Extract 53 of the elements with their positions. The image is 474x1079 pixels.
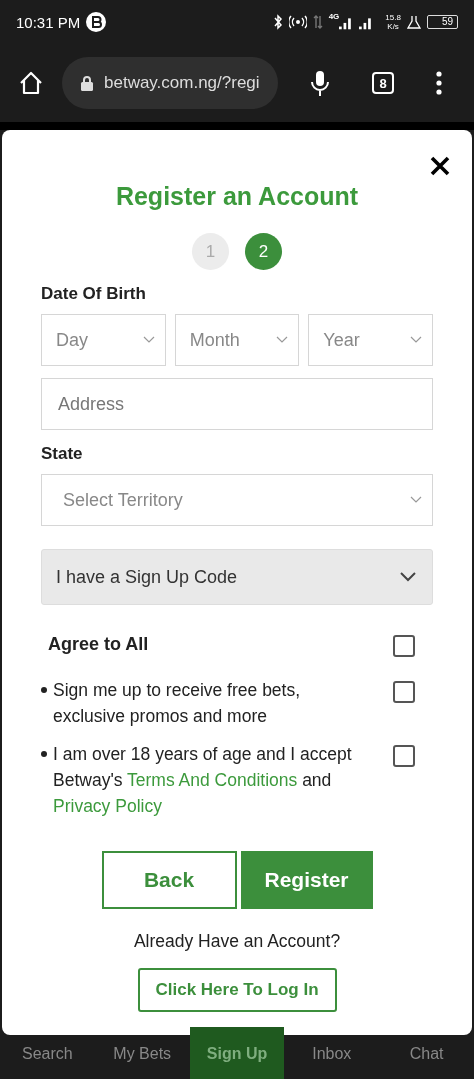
checkbox-label: Agree to All (48, 633, 150, 655)
address-bar[interactable]: betway.com.ng/?regi (62, 57, 278, 109)
microphone-icon[interactable] (310, 69, 330, 97)
speed-value: 15.8 (385, 13, 401, 22)
checkbox[interactable] (393, 745, 415, 767)
checkbox[interactable] (393, 635, 415, 657)
consent-text: I am over 18 years of age and I accept Betway's Terms And Conditions and Privacy Policy (53, 743, 353, 818)
notification-icon (86, 12, 107, 32)
signup-code-toggle[interactable]: I have a Sign Up Code (41, 549, 433, 605)
chevron-down-icon (410, 496, 422, 504)
status-time: 10:31 PM (16, 13, 81, 31)
more-menu-icon[interactable] (436, 71, 442, 95)
battery-level: 59 (426, 15, 458, 29)
speed-unit: K/s (387, 22, 399, 31)
flask-icon (406, 15, 421, 29)
register-button[interactable]: Register (240, 851, 373, 909)
dropdown-field[interactable]: Month (174, 314, 300, 366)
chevron-down-icon (410, 336, 422, 344)
dialog-title: Register an Account (114, 182, 360, 211)
address-field[interactable]: Address (41, 378, 433, 430)
close-icon[interactable] (430, 156, 450, 176)
dropdown-field[interactable]: Select Territory (41, 474, 433, 526)
dropdown-field[interactable]: Day (41, 314, 166, 366)
chevron-down-icon (142, 336, 155, 344)
nav-tab[interactable]: Sign Up (189, 1027, 285, 1079)
checkbox[interactable] (393, 681, 415, 703)
field-label: Date Of Birth (41, 284, 147, 304)
nav-tab[interactable]: Inbox (284, 1027, 380, 1079)
terms-link[interactable]: Terms And Conditions (127, 770, 298, 790)
chevron-down-icon (276, 336, 289, 344)
nav-tab[interactable]: My Bets (94, 1027, 190, 1079)
login-button[interactable]: Click Here To Log In (137, 968, 337, 1012)
data-arrows-icon (312, 14, 323, 30)
step-indicator: 2 (245, 233, 282, 270)
bluetooth-icon (272, 14, 283, 30)
nav-tab[interactable]: Search (0, 1027, 95, 1079)
hotspot-icon (288, 15, 307, 29)
step-indicator: 1 (192, 233, 229, 270)
consent-text: Sign me up to receive free bets, exclusive promos and more (53, 679, 302, 728)
bullet-icon (41, 751, 47, 757)
home-icon[interactable] (18, 70, 44, 96)
login-prompt: Already Have an Account? (132, 931, 342, 952)
dropdown-field[interactable]: Year (308, 314, 433, 366)
chevron-down-icon (400, 572, 416, 582)
nav-tab[interactable]: Chat (379, 1027, 474, 1079)
bullet-icon (41, 687, 47, 693)
field-label: State (41, 444, 84, 464)
privacy-link[interactable]: Privacy Policy (53, 796, 162, 816)
back-button[interactable]: Back (101, 851, 237, 909)
lock-icon (80, 75, 94, 91)
tab-count[interactable]: 8 (372, 72, 394, 94)
url-text: betway.com.ng/?regi (104, 73, 260, 93)
network-type: 4G (328, 12, 340, 21)
